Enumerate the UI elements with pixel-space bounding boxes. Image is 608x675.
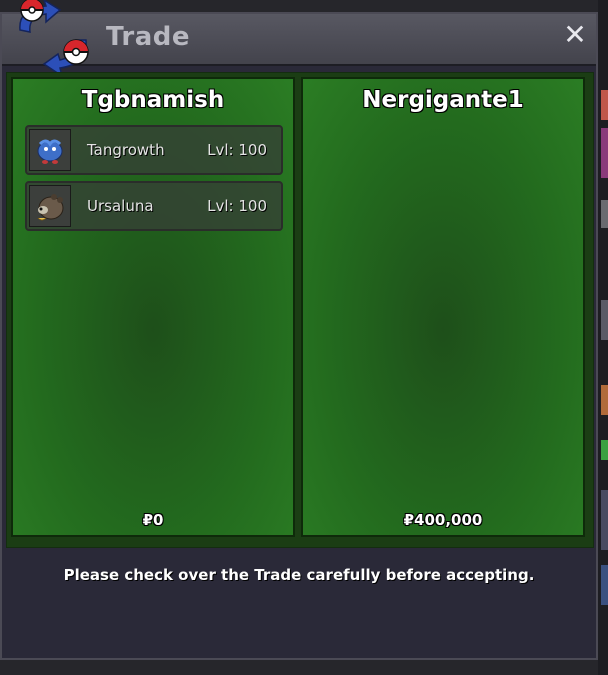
right-money-offer: ₽400,000 — [403, 511, 483, 529]
right-trade-panel: Nergigante1 ₽400,000 — [301, 77, 585, 537]
item-level: Lvl: 100 — [207, 141, 267, 159]
pokeball-trade-arrows-icon — [19, 0, 89, 78]
trade-window: Trade ✕ Tgbnamish Tangrowth Lvl: 100 Urs… — [0, 0, 598, 660]
item-name: Tangrowth — [87, 141, 165, 159]
item-name: Ursaluna — [87, 197, 154, 215]
ursaluna-sprite-icon — [29, 185, 71, 227]
right-player-name: Nergigante1 — [362, 87, 524, 113]
background-world — [598, 0, 608, 675]
trade-panels: Tgbnamish Tangrowth Lvl: 100 Ursaluna Lv… — [6, 72, 594, 548]
trade-item-slot[interactable]: Tangrowth Lvl: 100 — [25, 125, 283, 175]
left-money-offer: ₽0 — [142, 511, 164, 529]
left-player-name: Tgbnamish — [81, 87, 225, 113]
trade-notice: Please check over the Trade carefully be… — [63, 566, 535, 584]
tangrowth-sprite-icon — [29, 129, 71, 171]
left-trade-panel: Tgbnamish Tangrowth Lvl: 100 Ursaluna Lv… — [11, 77, 295, 537]
window-title: Trade — [106, 22, 190, 52]
close-icon[interactable]: ✕ — [560, 20, 590, 50]
item-level: Lvl: 100 — [207, 197, 267, 215]
trade-item-slot[interactable]: Ursaluna Lvl: 100 — [25, 181, 283, 231]
